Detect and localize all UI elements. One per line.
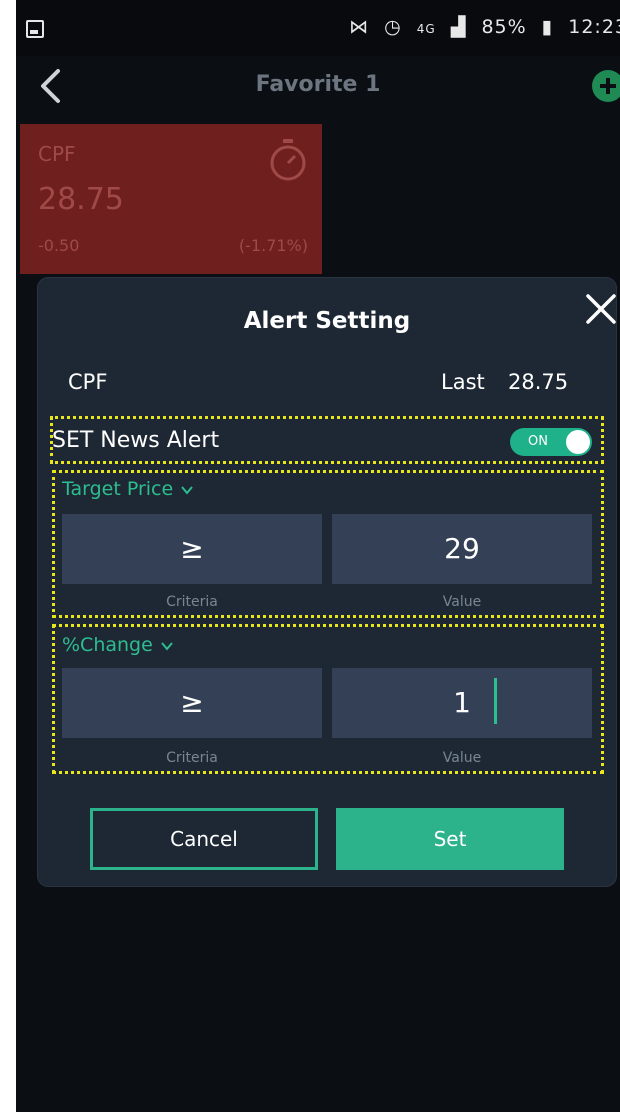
chevron-down-icon (181, 485, 193, 495)
alert-setting-dialog: Alert Setting CPF Last 28.75 SET News Al… (38, 278, 616, 886)
chevron-down-icon (161, 641, 173, 651)
target-price-dropdown[interactable]: Target Price (62, 478, 193, 500)
cancel-button[interactable]: Cancel (90, 808, 318, 870)
percent-change-value-input[interactable]: 1 (332, 668, 592, 738)
stock-symbol: CPF (68, 370, 108, 394)
stopwatch-icon[interactable] (268, 138, 308, 182)
status-indicators: ⋈ ◷ 4G ▟ 85% ▮ 12:23 (341, 16, 620, 38)
tile-price: 28.75 (38, 182, 124, 217)
last-price-label: Last (441, 370, 485, 394)
app-screen: ⋈ ◷ 4G ▟ 85% ▮ 12:23 Favorite 1 CPF 28.7… (16, 0, 620, 1112)
target-price-title: Target Price (62, 478, 174, 500)
tile-percent-change: (-1.71%) (238, 236, 308, 255)
battery-percent: 85% (481, 16, 527, 38)
news-alert-toggle[interactable]: ON (510, 428, 592, 456)
page-title: Favorite 1 (255, 72, 381, 97)
gallery-icon (26, 20, 44, 38)
clock: 12:23 (568, 16, 620, 38)
target-price-value-caption: Value (442, 594, 482, 610)
status-bar: ⋈ ◷ 4G ▟ 85% ▮ 12:23 (16, 0, 620, 56)
percent-change-title: %Change (62, 634, 153, 656)
alarm-icon: ◷ (384, 16, 402, 38)
text-cursor (494, 678, 497, 724)
target-price-criteria-select[interactable]: ≥ (62, 514, 322, 584)
tile-change: -0.50 (38, 236, 80, 255)
percent-change-value-caption: Value (442, 750, 482, 766)
dialog-title: Alert Setting (243, 308, 411, 334)
news-alert-label: SET News Alert (52, 428, 220, 453)
signal-icon: ▟ (450, 16, 467, 38)
percent-change-criteria-caption: Criteria (166, 750, 218, 766)
header-bar: Favorite 1 (16, 56, 620, 116)
stock-tile[interactable]: CPF 28.75 -0.50 (-1.71%) (20, 124, 322, 274)
last-price-value: 28.75 (508, 370, 569, 394)
target-price-criteria-caption: Criteria (166, 594, 218, 610)
battery-icon: ▮ (541, 16, 554, 38)
network-type: 4G (416, 22, 436, 36)
add-icon[interactable] (592, 70, 620, 102)
set-button[interactable]: Set (336, 808, 564, 870)
close-icon[interactable] (584, 292, 618, 326)
mute-icon: ⋈ (349, 16, 370, 38)
toggle-knob (566, 430, 590, 454)
percent-change-dropdown[interactable]: %Change (62, 634, 173, 656)
percent-change-criteria-select[interactable]: ≥ (62, 668, 322, 738)
tile-symbol: CPF (38, 142, 76, 166)
target-price-value-input[interactable]: 29 (332, 514, 592, 584)
toggle-state-label: ON (528, 434, 548, 449)
